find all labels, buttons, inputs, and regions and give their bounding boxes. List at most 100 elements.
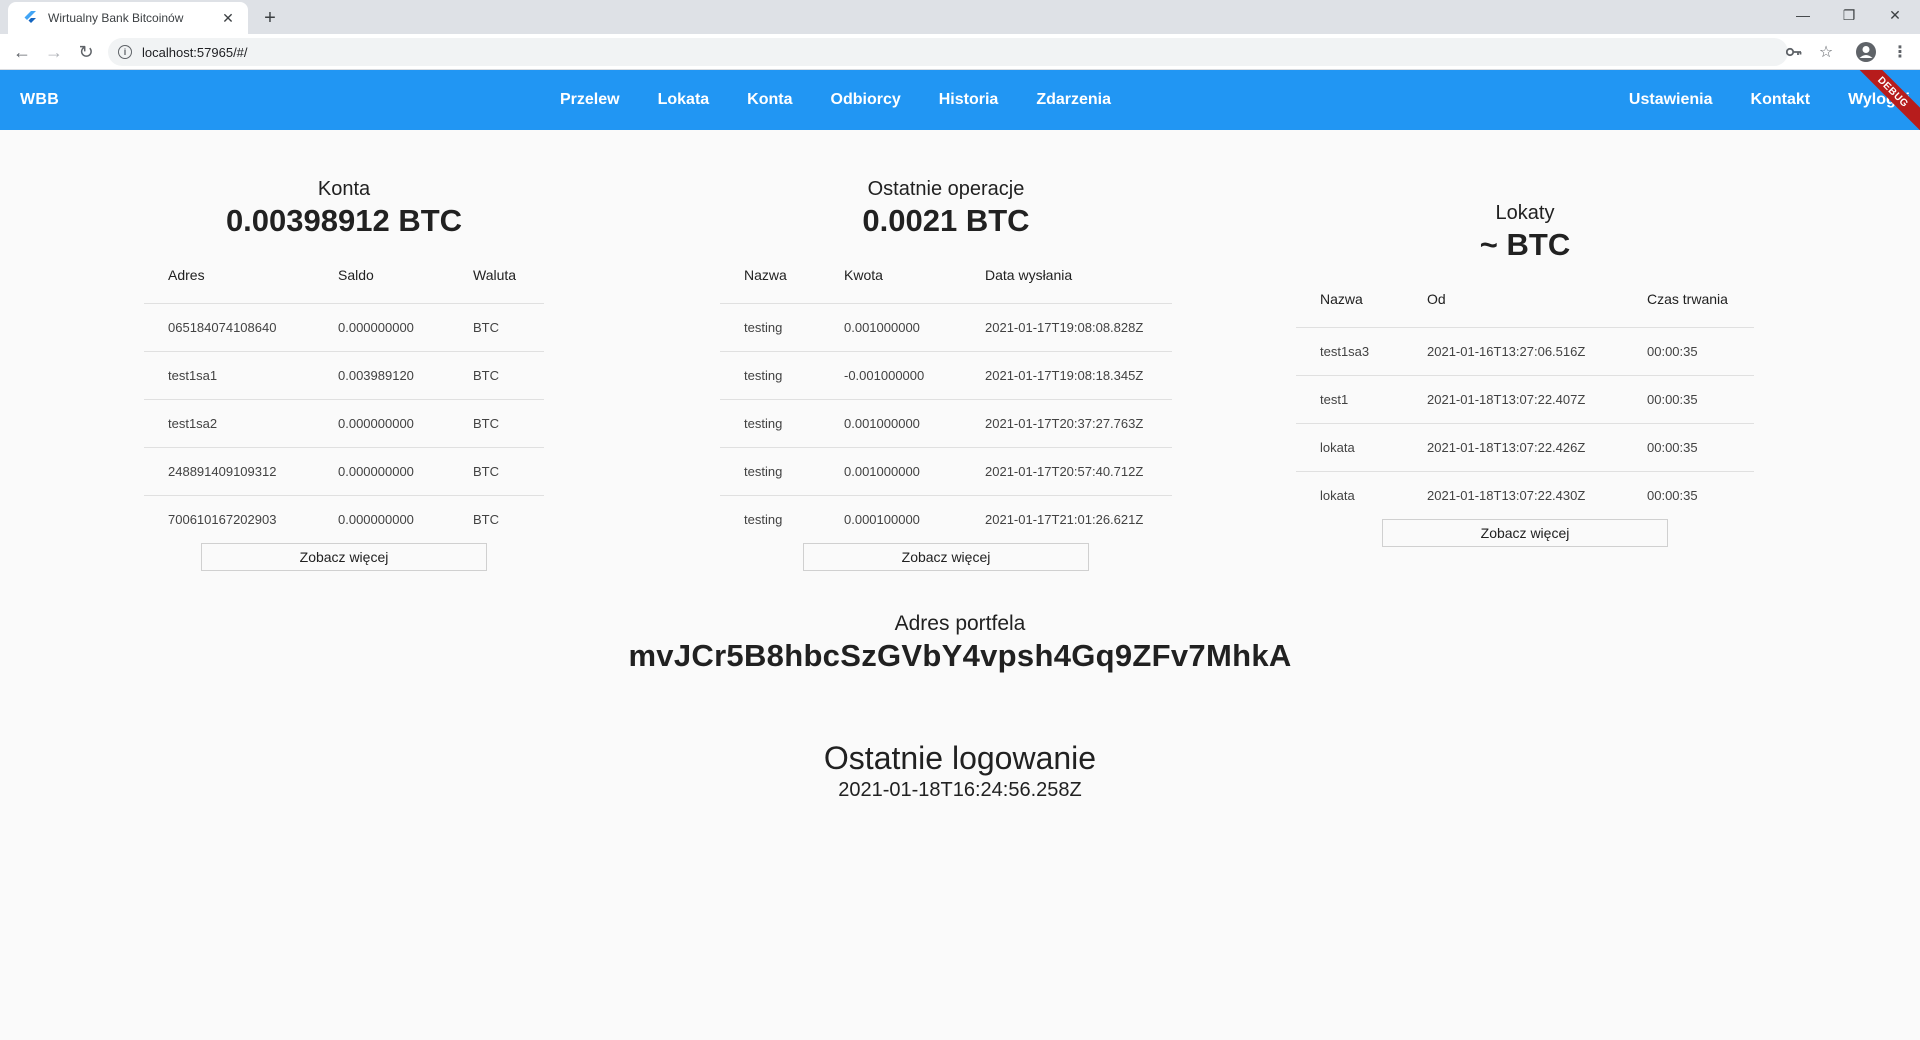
table-row[interactable]: testing -0.001000000 2021-01-17T19:08:18.3… xyxy=(720,351,1172,400)
table-row[interactable]: test1sa1 0.003989120 BTC xyxy=(144,351,544,400)
brand-logo[interactable]: WBB xyxy=(20,70,59,130)
cell: 0.000000000 xyxy=(314,303,449,352)
table-row[interactable]: 248891409109312 0.000000000 BTC xyxy=(144,447,544,496)
nav-lokata[interactable]: Lokata xyxy=(639,91,729,109)
column-header: Waluta xyxy=(449,247,544,304)
cell: BTC xyxy=(449,351,544,400)
deposits-see-more-button[interactable]: Zobacz więcej xyxy=(1382,519,1668,547)
cell: 2021-01-16T13:27:06.516Z xyxy=(1403,327,1623,376)
profile-icon[interactable] xyxy=(1852,38,1880,66)
table-row[interactable]: test1sa3 2021-01-16T13:27:06.516Z 00:00:35 xyxy=(1296,327,1754,376)
address-bar[interactable]: i localhost:57965/#/ xyxy=(108,38,1788,66)
cell: testing xyxy=(720,399,820,448)
cell: testing xyxy=(744,511,783,527)
cell: 2021-01-17T20:37:27.763Z xyxy=(961,399,1172,448)
flutter-icon xyxy=(22,10,38,26)
cell: BTC xyxy=(473,511,499,527)
table-row[interactable]: testing 0.000100000 2021-01-17T21:01:26.62… xyxy=(720,495,1172,543)
table-row[interactable]: test1 2021-01-18T13:07:22.407Z 00:00:35 xyxy=(1296,375,1754,424)
back-icon[interactable]: ← xyxy=(8,38,36,66)
info-icon[interactable]: i xyxy=(118,45,132,59)
wallet-label: Adres portfela xyxy=(894,612,1026,635)
operations-see-more-button[interactable]: Zobacz więcej xyxy=(803,543,1089,571)
star-icon[interactable]: ☆ xyxy=(1812,38,1840,66)
table-row[interactable]: 700610167202903 0.000000000 BTC xyxy=(144,495,544,543)
deposits-panel: Lokaty ~ BTC Nazwa Od Czas trwania test1… xyxy=(1296,202,1754,547)
accounts-table: Adres Saldo Waluta 065184074108640 0.0000… xyxy=(144,247,544,543)
cell: lokata xyxy=(1320,487,1355,503)
minimize-icon[interactable]: — xyxy=(1780,0,1826,30)
close-tab-icon[interactable]: ✕ xyxy=(218,8,238,28)
url-text: localhost:57965/#/ xyxy=(142,44,248,60)
cell: test1sa2 xyxy=(144,399,314,448)
cell: testing xyxy=(720,447,820,496)
cell: 00:00:35 xyxy=(1623,375,1754,424)
cell: testing xyxy=(720,351,820,400)
cell: -0.001000000 xyxy=(820,351,961,400)
forward-icon[interactable]: → xyxy=(40,38,68,66)
cell: 2021-01-17T19:08:18.345Z xyxy=(961,351,1172,400)
table-row[interactable]: lokata 2021-01-18T13:07:22.426Z 00:00:35 xyxy=(1296,423,1754,472)
tab-title: Wirtualny Bank Bitcoinów xyxy=(48,11,184,25)
column-header: Saldo xyxy=(314,247,449,304)
table-header-row: Adres Saldo Waluta xyxy=(144,247,544,304)
cell: 2021-01-18T13:07:22.426Z xyxy=(1403,423,1623,472)
cell: 248891409109312 xyxy=(144,447,314,496)
wallet-address: mvJCr5B8hbcSzGVbY4vpsh4Gq9ZFv7MhkA xyxy=(628,638,1292,673)
cell: 0.000000000 xyxy=(314,447,449,496)
operations-table: Nazwa Kwota Data wysłania testing 0.00100… xyxy=(720,247,1172,543)
nav-historia[interactable]: Historia xyxy=(920,91,1018,109)
deposits-total: ~ BTC xyxy=(1479,227,1571,262)
cell: 0.003989120 xyxy=(314,351,449,400)
nav-konta[interactable]: Konta xyxy=(728,91,811,109)
key-icon[interactable] xyxy=(1780,38,1808,66)
table-row[interactable]: testing 0.001000000 2021-01-17T20:57:40.71… xyxy=(720,447,1172,496)
column-header: Data wysłania xyxy=(961,247,1172,304)
cell: 00:00:35 xyxy=(1647,487,1698,503)
table-header-row: Nazwa Od Czas trwania xyxy=(1296,271,1754,328)
new-tab-icon[interactable]: + xyxy=(258,6,282,30)
cell: 2021-01-18T13:07:22.407Z xyxy=(1403,375,1623,424)
column-header: Czas trwania xyxy=(1623,271,1754,328)
nav-ustawienia[interactable]: Ustawienia xyxy=(1610,91,1732,109)
nav-odbiorcy[interactable]: Odbiorcy xyxy=(812,91,920,109)
table-row[interactable]: testing 0.001000000 2021-01-17T20:37:27.76… xyxy=(720,399,1172,448)
accounts-see-more-button[interactable]: Zobacz więcej xyxy=(201,543,487,571)
cell: 0.001000000 xyxy=(820,303,961,352)
column-header: Nazwa xyxy=(1296,271,1403,328)
cell: BTC xyxy=(449,399,544,448)
cell: 0.000000000 xyxy=(338,511,414,527)
cell: BTC xyxy=(449,447,544,496)
table-row[interactable]: 065184074108640 0.000000000 BTC xyxy=(144,303,544,352)
cell: 700610167202903 xyxy=(168,511,277,527)
column-header: Nazwa xyxy=(720,247,820,304)
operations-title: Ostatnie operacje xyxy=(867,178,1025,200)
last-login-label: Ostatnie logowanie xyxy=(823,740,1097,776)
cell: test1sa3 xyxy=(1296,327,1403,376)
nav-kontakt[interactable]: Kontakt xyxy=(1732,91,1830,109)
table-row[interactable]: testing 0.001000000 2021-01-17T19:08:08.82… xyxy=(720,303,1172,352)
accounts-title: Konta xyxy=(317,178,371,200)
nav-przelew[interactable]: Przelew xyxy=(541,91,639,109)
menu-icon[interactable]: ⋮ xyxy=(1886,38,1914,66)
close-window-icon[interactable]: ✕ xyxy=(1872,0,1918,30)
deposits-table: Nazwa Od Czas trwania test1sa3 2021-01-16… xyxy=(1296,271,1754,519)
app-bar: WBB Przelew Lokata Konta Odbiorcy Histor… xyxy=(0,70,1920,130)
browser-tabstrip: Wirtualny Bank Bitcoinów ✕ + — ❐ ✕ xyxy=(0,0,1920,34)
cell: 2021-01-18T13:07:22.430Z xyxy=(1427,487,1586,503)
cell: 00:00:35 xyxy=(1623,423,1754,472)
last-login-section: Ostatnie logowanie 2021-01-18T16:24:56.2… xyxy=(0,740,1920,802)
cell: 0.001000000 xyxy=(820,399,961,448)
browser-tab[interactable]: Wirtualny Bank Bitcoinów ✕ xyxy=(8,2,248,34)
table-row[interactable]: lokata 2021-01-18T13:07:22.430Z 00:00:35 xyxy=(1296,471,1754,519)
operations-panel: Ostatnie operacje 0.0021 BTC Nazwa Kwota… xyxy=(720,178,1172,571)
deposits-title: Lokaty xyxy=(1495,202,1555,224)
table-row[interactable]: test1sa2 0.000000000 BTC xyxy=(144,399,544,448)
reload-icon[interactable]: ↻ xyxy=(72,38,100,66)
last-login-value: 2021-01-18T16:24:56.258Z xyxy=(838,779,1082,801)
wallet-section: Adres portfela mvJCr5B8hbcSzGVbY4vpsh4Gq… xyxy=(0,612,1920,674)
column-header: Adres xyxy=(144,247,314,304)
nav-zdarzenia[interactable]: Zdarzenia xyxy=(1017,91,1130,109)
cell: 0.000000000 xyxy=(314,399,449,448)
restore-icon[interactable]: ❐ xyxy=(1826,0,1872,30)
